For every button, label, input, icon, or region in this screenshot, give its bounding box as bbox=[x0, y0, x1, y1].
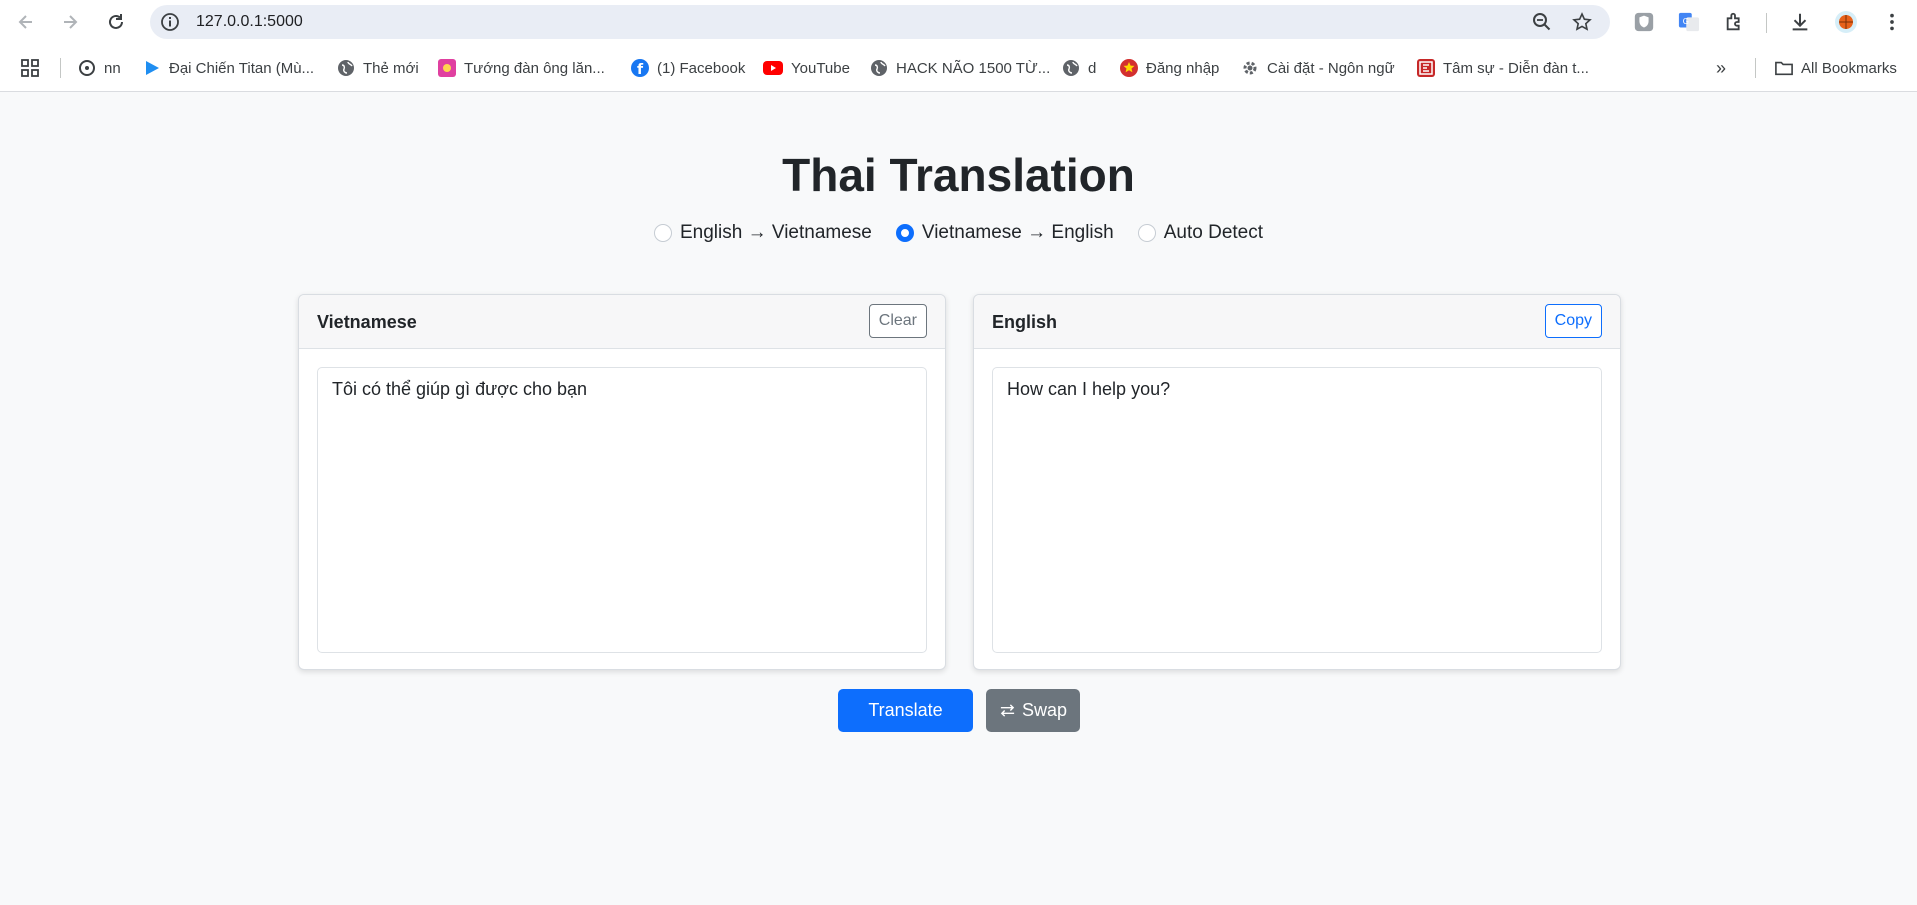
svg-text:G: G bbox=[1683, 16, 1689, 26]
bookmark-label: Thẻ mới bbox=[363, 59, 419, 77]
swap-arrows-icon bbox=[1000, 704, 1015, 717]
swap-button[interactable]: Swap bbox=[986, 689, 1080, 732]
bookmark-item[interactable]: nn bbox=[78, 56, 121, 80]
bookmark-item[interactable]: Đăng nhập bbox=[1120, 56, 1219, 80]
address-bar[interactable]: 127.0.0.1:5000 bbox=[150, 5, 1610, 39]
browser-toolbar: 127.0.0.1:5000 G bbox=[0, 0, 1917, 44]
bookmark-label: nn bbox=[104, 59, 121, 77]
mode-radio-vi-en[interactable]: Vietnamese → English bbox=[895, 222, 1114, 244]
bookmarks-divider bbox=[1755, 58, 1756, 78]
shield-extension-icon[interactable] bbox=[1632, 10, 1656, 34]
bookmark-item[interactable]: Thẻ mới bbox=[337, 56, 419, 80]
target-panel: English Copy How can I help you? bbox=[973, 294, 1621, 670]
more-bookmarks-button[interactable]: » bbox=[1716, 56, 1726, 80]
source-panel: Vietnamese Clear Tôi có thể giúp gì được… bbox=[298, 294, 946, 670]
back-button[interactable] bbox=[12, 8, 40, 36]
bookmark-item[interactable]: Tâm sự - Diễn đàn t... bbox=[1417, 56, 1589, 80]
radio-unselected[interactable] bbox=[1137, 224, 1156, 242]
bookmark-item[interactable]: HACK NÃO 1500 TỪ... bbox=[870, 56, 1050, 80]
mode-radio-en-vi[interactable]: English → Vietnamese bbox=[653, 222, 872, 244]
target-panel-header: English Copy bbox=[974, 295, 1620, 349]
bookmark-label: YouTube bbox=[791, 59, 850, 77]
source-textarea[interactable]: Tôi có thể giúp gì được cho bạn bbox=[317, 367, 927, 653]
bookmark-label: Cài đặt - Ngôn ngữ bbox=[1267, 59, 1395, 77]
swap-label: Swap bbox=[1021, 700, 1068, 720]
bookmark-label: Đăng nhập bbox=[1146, 59, 1220, 77]
gear-icon bbox=[1241, 59, 1259, 77]
bookmark-label: (1) Facebook bbox=[657, 59, 746, 77]
download-icon[interactable] bbox=[1788, 10, 1812, 34]
mode-radio-auto-detect[interactable]: Auto Detect bbox=[1137, 222, 1264, 244]
bookmark-label: d bbox=[1088, 59, 1097, 77]
zoom-icon[interactable] bbox=[1532, 12, 1552, 32]
youtube-icon bbox=[763, 61, 783, 75]
bookmark-label: Tâm sự - Diễn đàn t... bbox=[1443, 59, 1589, 77]
back-arrow-icon bbox=[18, 15, 32, 29]
url-text: 127.0.0.1:5000 bbox=[196, 13, 303, 30]
copy-button[interactable]: Copy bbox=[1544, 304, 1602, 338]
image-icon bbox=[438, 59, 456, 77]
source-language-label: Vietnamese bbox=[317, 312, 417, 332]
film-icon bbox=[78, 59, 96, 77]
svg-text:f: f bbox=[637, 62, 644, 77]
bookmark-item[interactable]: Đại Chiến Titan (Mù... bbox=[143, 56, 314, 80]
globe-icon bbox=[1062, 59, 1080, 77]
radio-unselected[interactable] bbox=[653, 224, 672, 242]
extensions-puzzle-icon[interactable] bbox=[1723, 10, 1747, 34]
bookmarks-bar: nn Đại Chiến Titan (Mù... Thẻ mới Tướng … bbox=[0, 44, 1917, 92]
mode-label: English → Vietnamese bbox=[679, 222, 872, 243]
menu-kebab-icon[interactable] bbox=[1880, 10, 1904, 34]
forum-icon bbox=[1417, 59, 1435, 77]
forward-button[interactable] bbox=[56, 8, 84, 36]
bookmark-item[interactable]: YouTube bbox=[763, 56, 850, 80]
toolbar-divider bbox=[1766, 13, 1767, 33]
site-info-icon[interactable] bbox=[160, 12, 180, 32]
bookmarks-divider bbox=[60, 58, 61, 78]
bookmark-item[interactable]: Cài đặt - Ngôn ngữ bbox=[1241, 56, 1395, 80]
reload-icon bbox=[109, 14, 123, 29]
all-bookmarks-label: All Bookmarks bbox=[1801, 59, 1897, 77]
source-panel-header: Vietnamese Clear bbox=[299, 295, 945, 349]
bookmark-label: Tướng đàn ông lăn... bbox=[464, 59, 605, 77]
profile-avatar-icon[interactable] bbox=[1834, 10, 1858, 34]
bookmark-item[interactable]: Tướng đàn ông lăn... bbox=[438, 56, 605, 80]
reload-button[interactable] bbox=[102, 8, 130, 36]
translation-mode-group: English → Vietnamese Vietnamese → Englis… bbox=[0, 222, 1917, 244]
bookmark-item[interactable]: f (1) Facebook bbox=[631, 56, 745, 80]
emblem-icon bbox=[1120, 59, 1138, 77]
radio-selected[interactable] bbox=[895, 224, 914, 242]
clear-button[interactable]: Clear bbox=[868, 304, 927, 338]
bookmark-label: Đại Chiến Titan (Mù... bbox=[169, 59, 315, 77]
forward-arrow-icon bbox=[64, 15, 78, 29]
play-icon bbox=[143, 59, 161, 77]
all-bookmarks-button[interactable]: All Bookmarks bbox=[1775, 56, 1897, 80]
translate-label: Translate bbox=[868, 700, 943, 720]
target-textarea[interactable]: How can I help you? bbox=[992, 367, 1602, 653]
bookmark-label: HACK NÃO 1500 TỪ... bbox=[896, 59, 1051, 77]
apps-grid-icon bbox=[21, 59, 39, 77]
globe-icon bbox=[337, 59, 355, 77]
facebook-icon: f bbox=[631, 59, 649, 77]
target-language-label: English bbox=[992, 312, 1058, 332]
bookmark-star-icon[interactable] bbox=[1572, 12, 1592, 32]
page-title: Thai Translation bbox=[782, 149, 1135, 201]
translate-extension-icon[interactable]: G bbox=[1677, 10, 1701, 34]
chevron-double-right-icon: » bbox=[1716, 57, 1727, 78]
globe-icon bbox=[870, 59, 888, 77]
mode-label: Vietnamese → English bbox=[921, 222, 1114, 243]
bookmark-item[interactable]: d bbox=[1062, 56, 1096, 80]
apps-grid-button[interactable] bbox=[20, 56, 40, 80]
mode-label: Auto Detect bbox=[1163, 222, 1264, 243]
folder-icon bbox=[1775, 59, 1793, 77]
translate-button[interactable]: Translate bbox=[838, 689, 973, 732]
